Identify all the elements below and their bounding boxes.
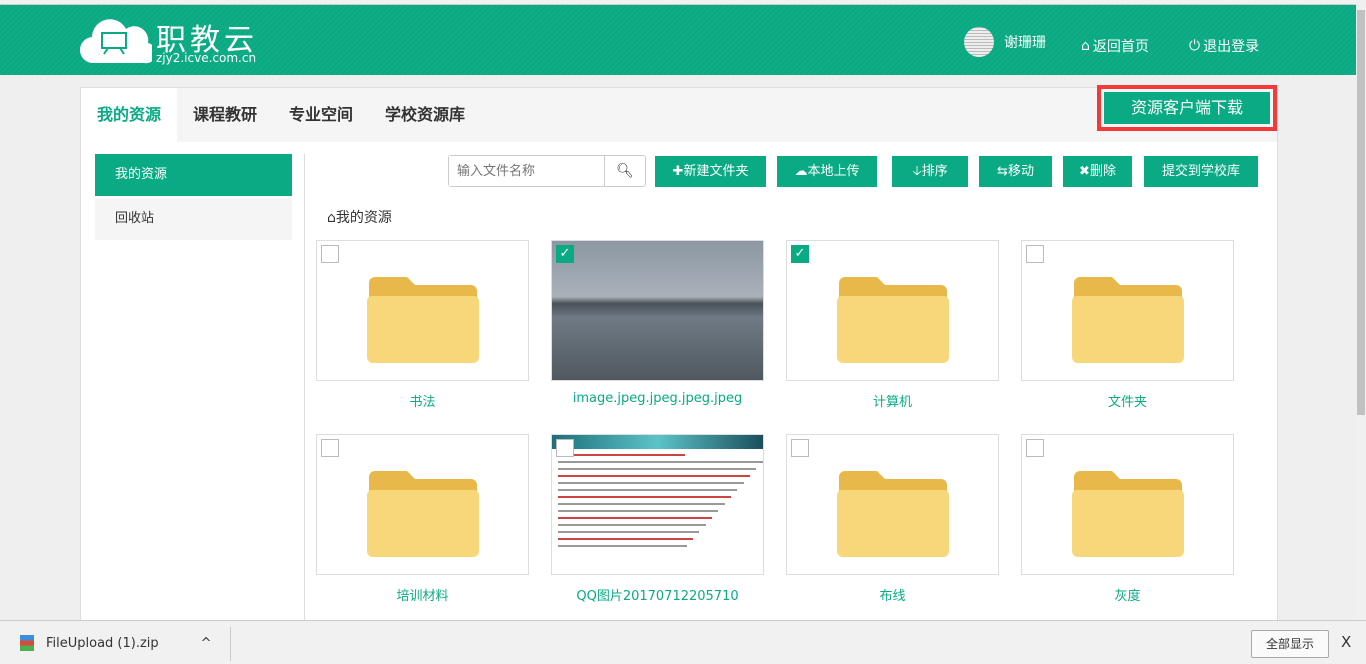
file-card[interactable]: 文件夹 [1021, 240, 1234, 410]
chevron-up-icon[interactable]: ^ [201, 636, 212, 651]
upload-button[interactable]: ☁本地上传 [777, 156, 877, 187]
thumbnail[interactable] [1021, 434, 1234, 575]
file-name[interactable]: 培训材料 [316, 585, 529, 604]
sidebar: 我的资源 回收站 [95, 154, 292, 242]
select-checkbox[interactable]: ✓ [556, 245, 574, 263]
delete-button[interactable]: ✖删除 [1063, 156, 1132, 187]
upload-label: 本地上传 [807, 164, 860, 179]
move-label: 移动 [1007, 164, 1034, 179]
move-button[interactable]: ⇆移动 [979, 156, 1052, 187]
folder-icon [1072, 471, 1184, 557]
search-button[interactable]: 🔍︎ [604, 156, 645, 186]
search-icon: 🔍︎ [616, 163, 634, 179]
show-all-button[interactable]: 全部显示 [1251, 630, 1329, 658]
user-menu[interactable]: 谢珊珊 [964, 27, 1046, 57]
header: 职教云 zjy2.icve.com.cn 谢珊珊 ⌂ 返回首页 ⏻ 退出登录 [0, 5, 1356, 75]
document-thumbnail [552, 435, 763, 574]
divider [230, 627, 231, 661]
file-name[interactable]: 文件夹 [1021, 391, 1234, 410]
select-checkbox[interactable] [321, 439, 339, 457]
folder-icon [367, 277, 479, 363]
folder-icon [1072, 277, 1184, 363]
file-name[interactable]: image.jpeg.jpeg.jpeg.jpeg [551, 391, 764, 406]
submit-to-school-button[interactable]: 提交到学校库 [1144, 156, 1258, 187]
x-icon: ✖ [1079, 164, 1090, 179]
avatar [964, 27, 994, 57]
download-file-name: FileUpload (1).zip [46, 635, 159, 651]
new-folder-button[interactable]: ✚新建文件夹 [655, 156, 766, 187]
file-name[interactable]: QQ图片20170712205710 [551, 585, 764, 604]
file-card[interactable]: 布线 [786, 434, 999, 604]
user-name: 谢珊珊 [1004, 35, 1046, 51]
cloud-logo-icon [80, 19, 152, 64]
highlight-box: 资源客户端下载 [1097, 85, 1277, 131]
download-item[interactable]: FileUpload (1).zip ^ [20, 635, 212, 651]
search-input[interactable] [449, 156, 604, 186]
scrollbar[interactable] [1356, 0, 1366, 620]
tab-course-research[interactable]: 课程教研 [177, 88, 273, 142]
arrow-down-icon: 🡣 [912, 164, 922, 179]
file-card[interactable]: ✓ image.jpeg.jpeg.jpeg.jpeg [551, 240, 764, 406]
folder-icon [837, 471, 949, 557]
logout-link[interactable]: ⏻ 退出登录 [1189, 36, 1259, 56]
thumbnail[interactable] [316, 240, 529, 381]
scrollbar-thumb[interactable] [1357, 10, 1365, 415]
delete-label: 删除 [1089, 164, 1116, 179]
home-link-label: 返回首页 [1092, 39, 1149, 55]
download-client-button[interactable]: 资源客户端下载 [1104, 92, 1270, 124]
tab-school-library[interactable]: 学校资源库 [369, 88, 481, 142]
select-checkbox[interactable] [321, 245, 339, 263]
folder-icon [837, 277, 949, 363]
home-link[interactable]: ⌂ 返回首页 [1081, 36, 1149, 56]
file-card[interactable]: ✓ 计算机 [786, 240, 999, 410]
thumbnail[interactable] [786, 434, 999, 575]
thumbnail[interactable] [551, 434, 764, 575]
breadcrumb-label: 我的资源 [335, 210, 392, 226]
sort-label: 排序 [921, 164, 948, 179]
sort-button[interactable]: 🡣排序 [892, 156, 968, 187]
file-name[interactable]: 书法 [316, 391, 529, 410]
file-card[interactable]: QQ图片20170712205710 [551, 434, 764, 604]
folder-icon [367, 471, 479, 557]
tab-my-resources[interactable]: 我的资源 [81, 88, 178, 142]
breadcrumb[interactable]: ⌂我的资源 [327, 207, 392, 227]
select-checkbox[interactable] [791, 439, 809, 457]
select-checkbox[interactable]: ✓ [791, 245, 809, 263]
thumbnail[interactable] [1021, 240, 1234, 381]
sidebar-item-recycle-bin[interactable]: 回收站 [95, 198, 292, 240]
file-name[interactable]: 布线 [786, 585, 999, 604]
plus-icon: ✚ [672, 164, 684, 179]
file-card[interactable]: 书法 [316, 240, 529, 410]
main-panel: 我的资源 课程教研 专业空间 学校资源库 资源客户端下载 我的资源 回收站 🔍︎… [80, 85, 1278, 628]
logout-link-label: 退出登录 [1203, 39, 1260, 55]
thumbnail[interactable]: ✓ [786, 240, 999, 381]
swap-icon: ⇆ [997, 164, 1008, 179]
close-download-bar-icon[interactable]: X [1341, 633, 1351, 651]
home-icon: ⌂ [327, 210, 336, 226]
search-box: 🔍︎ [448, 155, 646, 187]
select-checkbox[interactable] [1026, 439, 1044, 457]
divider [304, 154, 305, 628]
file-card[interactable]: 培训材料 [316, 434, 529, 604]
image-thumbnail [552, 241, 763, 380]
brand-domain: zjy2.icve.com.cn [156, 51, 257, 65]
new-folder-label: 新建文件夹 [683, 164, 749, 179]
thumbnail[interactable]: ✓ [551, 240, 764, 381]
file-card[interactable]: 灰度 [1021, 434, 1234, 604]
cloud-upload-icon: ☁ [794, 164, 808, 179]
sidebar-item-my-resources[interactable]: 我的资源 [95, 154, 292, 196]
file-name[interactable]: 灰度 [1021, 585, 1234, 604]
power-icon: ⏻ [1189, 38, 1201, 54]
thumbnail[interactable] [316, 434, 529, 575]
file-name[interactable]: 计算机 [786, 391, 999, 410]
download-bar: FileUpload (1).zip ^ 全部显示 X [0, 620, 1366, 664]
archive-icon [20, 635, 34, 651]
select-checkbox[interactable] [1026, 245, 1044, 263]
home-icon: ⌂ [1081, 38, 1090, 54]
select-checkbox[interactable] [556, 439, 574, 457]
tab-major-space[interactable]: 专业空间 [273, 88, 369, 142]
